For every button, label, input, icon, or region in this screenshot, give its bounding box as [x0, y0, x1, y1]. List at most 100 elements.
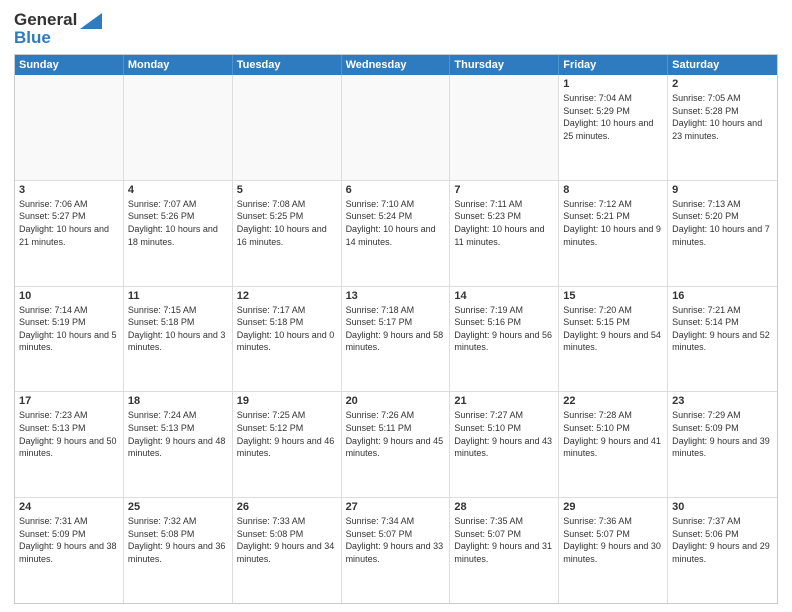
- calendar-cell: 22 Sunrise: 7:28 AM Sunset: 5:10 PM Dayli…: [559, 392, 668, 497]
- day-info: Sunrise: 7:19 AM Sunset: 5:16 PM Dayligh…: [454, 304, 554, 354]
- day-number: 4: [128, 184, 228, 196]
- day-number: 30: [672, 501, 773, 513]
- day-info: Sunrise: 7:18 AM Sunset: 5:17 PM Dayligh…: [346, 304, 446, 354]
- day-info: Sunrise: 7:11 AM Sunset: 5:23 PM Dayligh…: [454, 198, 554, 248]
- calendar-cell: 9Sunrise: 7:13 AM Sunset: 5:20 PM Daylig…: [668, 181, 777, 286]
- day-info: Sunrise: 7:25 AM Sunset: 5:12 PM Dayligh…: [237, 409, 337, 459]
- calendar-cell: 17Sunrise: 7:23 AM Sunset: 5:13 PM Dayli…: [15, 392, 124, 497]
- day-number: 12: [237, 290, 337, 302]
- calendar-cell: 7 Sunrise: 7:11 AM Sunset: 5:23 PM Daylig…: [450, 181, 559, 286]
- day-number: 22: [563, 395, 663, 407]
- calendar-cell: [233, 75, 342, 180]
- day-info: Sunrise: 7:05 AM Sunset: 5:28 PM Dayligh…: [672, 92, 773, 142]
- day-number: 25: [128, 501, 228, 513]
- day-info: Sunrise: 7:26 AM Sunset: 5:11 PM Dayligh…: [346, 409, 446, 459]
- day-number: 5: [237, 184, 337, 196]
- logo: General Blue: [14, 10, 102, 48]
- calendar-cell: 14 Sunrise: 7:19 AM Sunset: 5:16 PM Dayli…: [450, 287, 559, 392]
- calendar-cell: 21Sunrise: 7:27 AM Sunset: 5:10 PM Dayli…: [450, 392, 559, 497]
- calendar-body: 1 Sunrise: 7:04 AM Sunset: 5:29 PM Daylig…: [15, 75, 777, 603]
- day-info: Sunrise: 7:34 AM Sunset: 5:07 PM Dayligh…: [346, 515, 446, 565]
- day-number: 16: [672, 290, 773, 302]
- calendar-cell: 19 Sunrise: 7:25 AM Sunset: 5:12 PM Dayli…: [233, 392, 342, 497]
- logo-icon: [80, 13, 102, 29]
- day-info: Sunrise: 7:28 AM Sunset: 5:10 PM Dayligh…: [563, 409, 663, 459]
- calendar-cell: [124, 75, 233, 180]
- day-number: 24: [19, 501, 119, 513]
- calendar-cell: 26 Sunrise: 7:33 AM Sunset: 5:08 PM Dayli…: [233, 498, 342, 603]
- day-info: Sunrise: 7:17 AM Sunset: 5:18 PM Dayligh…: [237, 304, 337, 354]
- calendar-cell: 28Sunrise: 7:35 AM Sunset: 5:07 PM Dayli…: [450, 498, 559, 603]
- day-number: 11: [128, 290, 228, 302]
- day-number: 3: [19, 184, 119, 196]
- calendar-cell: [450, 75, 559, 180]
- day-number: 19: [237, 395, 337, 407]
- day-info: Sunrise: 7:21 AM Sunset: 5:14 PM Dayligh…: [672, 304, 773, 354]
- day-info: Sunrise: 7:35 AM Sunset: 5:07 PM Dayligh…: [454, 515, 554, 565]
- day-info: Sunrise: 7:15 AM Sunset: 5:18 PM Dayligh…: [128, 304, 228, 354]
- day-info: Sunrise: 7:36 AM Sunset: 5:07 PM Dayligh…: [563, 515, 663, 565]
- calendar-cell: 23Sunrise: 7:29 AM Sunset: 5:09 PM Dayli…: [668, 392, 777, 497]
- day-info: Sunrise: 7:06 AM Sunset: 5:27 PM Dayligh…: [19, 198, 119, 248]
- day-info: Sunrise: 7:32 AM Sunset: 5:08 PM Dayligh…: [128, 515, 228, 565]
- day-number: 17: [19, 395, 119, 407]
- calendar-cell: 30Sunrise: 7:37 AM Sunset: 5:06 PM Dayli…: [668, 498, 777, 603]
- logo-general-text: General: [14, 10, 77, 30]
- calendar-cell: 20 Sunrise: 7:26 AM Sunset: 5:11 PM Dayli…: [342, 392, 451, 497]
- day-number: 9: [672, 184, 773, 196]
- day-number: 1: [563, 78, 663, 90]
- header: General Blue: [14, 10, 778, 48]
- calendar-cell: 13 Sunrise: 7:18 AM Sunset: 5:17 PM Dayli…: [342, 287, 451, 392]
- calendar-cell: 16 Sunrise: 7:21 AM Sunset: 5:14 PM Dayli…: [668, 287, 777, 392]
- day-number: 13: [346, 290, 446, 302]
- day-number: 6: [346, 184, 446, 196]
- calendar-row: 24 Sunrise: 7:31 AM Sunset: 5:09 PM Dayli…: [15, 497, 777, 603]
- day-info: Sunrise: 7:08 AM Sunset: 5:25 PM Dayligh…: [237, 198, 337, 248]
- calendar-cell: [15, 75, 124, 180]
- day-number: 7: [454, 184, 554, 196]
- day-info: Sunrise: 7:10 AM Sunset: 5:24 PM Dayligh…: [346, 198, 446, 248]
- header-cell-sunday: Sunday: [15, 55, 124, 75]
- calendar-cell: 27Sunrise: 7:34 AM Sunset: 5:07 PM Dayli…: [342, 498, 451, 603]
- calendar-row: 10Sunrise: 7:14 AM Sunset: 5:19 PM Dayli…: [15, 286, 777, 392]
- day-info: Sunrise: 7:33 AM Sunset: 5:08 PM Dayligh…: [237, 515, 337, 565]
- day-info: Sunrise: 7:04 AM Sunset: 5:29 PM Dayligh…: [563, 92, 663, 142]
- calendar-cell: 11 Sunrise: 7:15 AM Sunset: 5:18 PM Dayli…: [124, 287, 233, 392]
- calendar-cell: 12 Sunrise: 7:17 AM Sunset: 5:18 PM Dayli…: [233, 287, 342, 392]
- calendar-cell: 3 Sunrise: 7:06 AM Sunset: 5:27 PM Daylig…: [15, 181, 124, 286]
- day-info: Sunrise: 7:07 AM Sunset: 5:26 PM Dayligh…: [128, 198, 228, 248]
- calendar-cell: 10Sunrise: 7:14 AM Sunset: 5:19 PM Dayli…: [15, 287, 124, 392]
- header-cell-saturday: Saturday: [668, 55, 777, 75]
- day-info: Sunrise: 7:12 AM Sunset: 5:21 PM Dayligh…: [563, 198, 663, 248]
- day-number: 2: [672, 78, 773, 90]
- page: General Blue SundayMondayTuesdayWednesda…: [0, 0, 792, 612]
- calendar-row: 17Sunrise: 7:23 AM Sunset: 5:13 PM Dayli…: [15, 391, 777, 497]
- day-number: 26: [237, 501, 337, 513]
- day-number: 14: [454, 290, 554, 302]
- day-number: 21: [454, 395, 554, 407]
- calendar-cell: 18Sunrise: 7:24 AM Sunset: 5:13 PM Dayli…: [124, 392, 233, 497]
- day-number: 18: [128, 395, 228, 407]
- day-number: 10: [19, 290, 119, 302]
- calendar-cell: 8 Sunrise: 7:12 AM Sunset: 5:21 PM Daylig…: [559, 181, 668, 286]
- calendar-row: 3 Sunrise: 7:06 AM Sunset: 5:27 PM Daylig…: [15, 180, 777, 286]
- calendar: SundayMondayTuesdayWednesdayThursdayFrid…: [14, 54, 778, 604]
- header-cell-wednesday: Wednesday: [342, 55, 451, 75]
- header-cell-friday: Friday: [559, 55, 668, 75]
- day-number: 15: [563, 290, 663, 302]
- day-number: 29: [563, 501, 663, 513]
- calendar-header: SundayMondayTuesdayWednesdayThursdayFrid…: [15, 55, 777, 75]
- header-cell-thursday: Thursday: [450, 55, 559, 75]
- calendar-cell: 15 Sunrise: 7:20 AM Sunset: 5:15 PM Dayli…: [559, 287, 668, 392]
- calendar-cell: 6 Sunrise: 7:10 AM Sunset: 5:24 PM Daylig…: [342, 181, 451, 286]
- calendar-row: 1 Sunrise: 7:04 AM Sunset: 5:29 PM Daylig…: [15, 75, 777, 180]
- day-info: Sunrise: 7:31 AM Sunset: 5:09 PM Dayligh…: [19, 515, 119, 565]
- day-number: 20: [346, 395, 446, 407]
- day-info: Sunrise: 7:20 AM Sunset: 5:15 PM Dayligh…: [563, 304, 663, 354]
- header-cell-monday: Monday: [124, 55, 233, 75]
- calendar-cell: [342, 75, 451, 180]
- day-number: 8: [563, 184, 663, 196]
- calendar-cell: 25 Sunrise: 7:32 AM Sunset: 5:08 PM Dayli…: [124, 498, 233, 603]
- calendar-cell: 29 Sunrise: 7:36 AM Sunset: 5:07 PM Dayli…: [559, 498, 668, 603]
- calendar-cell: 5 Sunrise: 7:08 AM Sunset: 5:25 PM Daylig…: [233, 181, 342, 286]
